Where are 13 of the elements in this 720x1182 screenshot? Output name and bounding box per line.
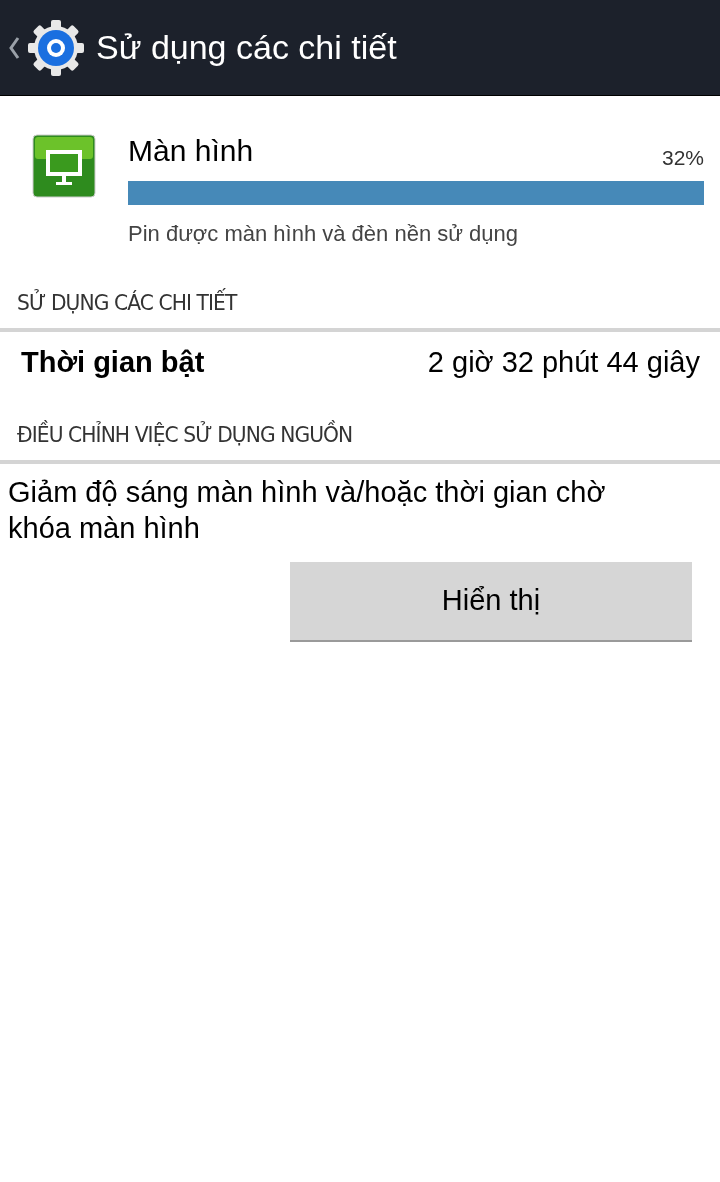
tip-text: Giảm độ sáng màn hình và/hoặc thời gian chờ khóa màn hình [7, 475, 607, 546]
section-header: ĐIỀU CHỈNH VIỆC SỬ DỤNG NGUỒN [17, 419, 353, 449]
back-icon[interactable] [8, 35, 20, 60]
monitor-app-icon [32, 134, 96, 198]
usage-percent: 32% [661, 144, 704, 171]
display-button[interactable]: Hiển thị [290, 562, 692, 642]
usage-name: Màn hình [128, 133, 254, 169]
gear-icon [26, 17, 86, 78]
detail-value: 2 giờ 32 phút 44 giây [427, 345, 700, 381]
screen-title: Sử dụng các chi tiết [96, 27, 397, 68]
section-header: SỬ DỤNG CÁC CHI TIẾT [17, 287, 237, 317]
usage-description: Pin được màn hình và đèn nền sử dụng [128, 220, 520, 248]
detail-label: Thời gian bật [21, 345, 205, 381]
